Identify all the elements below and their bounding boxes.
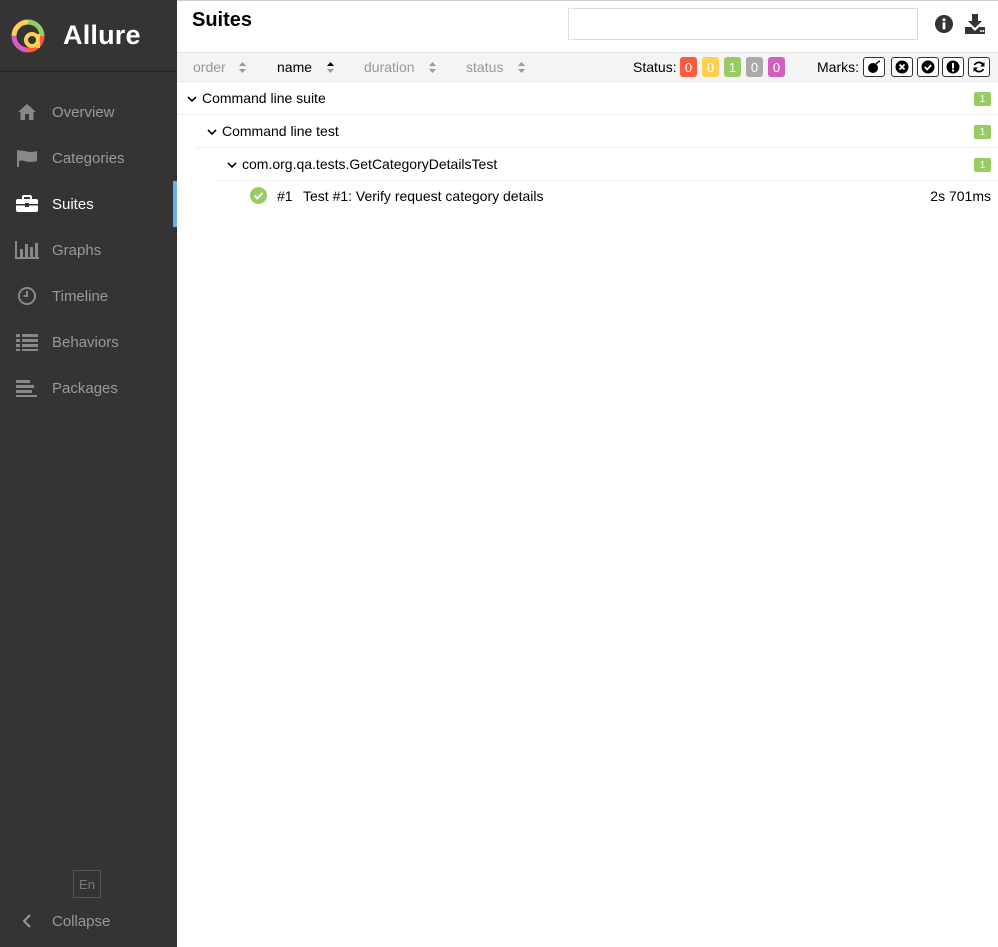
times-circle-icon <box>895 60 909 74</box>
sidebar-item-behaviors[interactable]: Behaviors <box>0 319 177 365</box>
search-input[interactable] <box>568 8 918 40</box>
sidebar-item-label: Graphs <box>52 241 102 259</box>
bar-chart-icon <box>15 238 39 262</box>
status-broken-toggle[interactable]: 0 <box>702 57 719 77</box>
chevron-down-icon <box>207 129 217 136</box>
home-icon <box>15 100 39 124</box>
mark-retries-toggle[interactable] <box>968 57 990 77</box>
chevron-down-icon <box>187 96 197 103</box>
collapse-button[interactable]: Collapse <box>0 904 177 938</box>
mark-new-passed-toggle[interactable] <box>917 57 939 77</box>
sidebar-item-packages[interactable]: Packages <box>0 365 177 411</box>
sidebar-item-label: Timeline <box>52 287 109 305</box>
check-circle-icon <box>250 187 267 204</box>
exclamation-circle-icon <box>946 60 960 74</box>
collapse-label: Collapse <box>52 912 111 930</box>
mark-flaky-toggle[interactable] <box>863 57 885 77</box>
tree-group-label: com.org.qa.tests.GetCategoryDetailsTest <box>242 156 498 172</box>
sort-order[interactable]: order <box>193 59 226 75</box>
sort-duration[interactable]: duration <box>364 59 415 75</box>
mark-new-failed-toggle[interactable] <box>891 57 913 77</box>
status-filter-label: Status: <box>633 59 677 75</box>
brand[interactable]: Allure <box>0 0 177 72</box>
test-case-row[interactable]: #1 Test #1: Verify request category deta… <box>237 181 998 211</box>
status-failed-toggle[interactable]: 0 <box>680 57 697 77</box>
status-passed-toggle[interactable]: 1 <box>724 57 741 77</box>
briefcase-icon <box>15 192 39 216</box>
sort-name[interactable]: name <box>277 59 312 75</box>
test-case-name: Test #1: Verify request category details <box>303 188 544 204</box>
tree-group-label: Command line test <box>222 123 339 139</box>
refresh-icon <box>973 61 985 73</box>
main-content: Suites order name duration status Status… <box>177 0 998 947</box>
sidebar-item-label: Overview <box>52 103 115 121</box>
list-icon <box>15 330 39 354</box>
sort-arrows-icon <box>326 61 335 77</box>
sidebar: Allure Overview Categories Suites Graphs <box>0 0 177 947</box>
clock-icon <box>15 284 39 308</box>
bomb-icon <box>868 60 880 73</box>
sidebar-item-overview[interactable]: Overview <box>0 89 177 135</box>
status-unknown-toggle[interactable]: 0 <box>768 57 785 77</box>
chevron-left-icon <box>15 909 39 933</box>
info-icon[interactable] <box>933 13 955 35</box>
passed-count-badge: 1 <box>974 92 991 106</box>
sidebar-item-label: Packages <box>52 379 118 397</box>
page-title: Suites <box>192 9 253 31</box>
sort-arrows-icon <box>517 61 526 77</box>
sidebar-item-timeline[interactable]: Timeline <box>0 273 177 319</box>
brand-name: Allure <box>63 20 141 50</box>
status-skipped-toggle[interactable]: 0 <box>746 57 763 77</box>
passed-count-badge: 1 <box>974 158 991 172</box>
tree-group-test[interactable]: Command line test 1 <box>197 115 998 148</box>
chevron-down-icon <box>227 162 237 169</box>
sidebar-item-categories[interactable]: Categories <box>0 135 177 181</box>
language-selector[interactable]: En <box>73 870 101 898</box>
align-left-icon <box>15 376 39 400</box>
tree-group-class[interactable]: com.org.qa.tests.GetCategoryDetailsTest … <box>217 148 998 181</box>
sort-arrows-icon <box>238 61 247 77</box>
toolbar: order name duration status Status: 0 0 1… <box>177 52 998 82</box>
tree-group-label: Command line suite <box>202 90 326 106</box>
tree-group-suite[interactable]: Command line suite 1 <box>177 82 998 115</box>
sidebar-item-label: Behaviors <box>52 333 119 351</box>
test-case-number: #1 <box>277 188 293 204</box>
sidebar-item-graphs[interactable]: Graphs <box>0 227 177 273</box>
sort-arrows-icon <box>428 61 437 77</box>
mark-new-broken-toggle[interactable] <box>942 57 964 77</box>
marks-filter-label: Marks: <box>817 59 859 75</box>
sidebar-item-label: Categories <box>52 149 125 167</box>
test-case-duration: 2s 701ms <box>930 188 991 204</box>
allure-logo <box>11 19 45 52</box>
flag-icon <box>15 146 39 170</box>
passed-count-badge: 1 <box>974 125 991 139</box>
sidebar-item-suites[interactable]: Suites <box>0 181 177 227</box>
sidebar-item-label: Suites <box>52 195 94 213</box>
sidebar-nav: Overview Categories Suites Graphs Timeli… <box>0 89 177 411</box>
download-icon[interactable] <box>964 13 986 35</box>
check-circle-icon <box>921 60 935 74</box>
sort-status[interactable]: status <box>466 59 503 75</box>
